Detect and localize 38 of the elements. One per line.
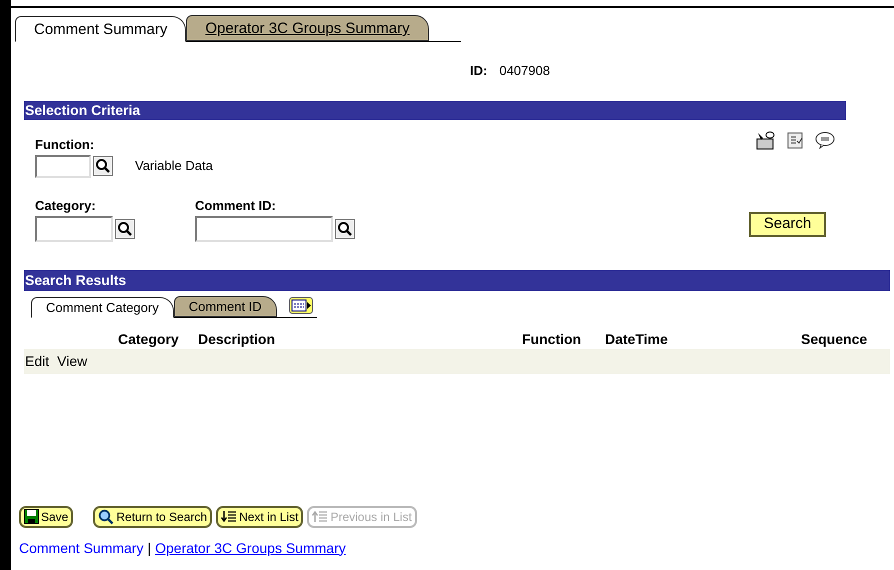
down-arrow-list-icon [221, 510, 238, 523]
tab[interactable]: Operator 3C Groups Summary [186, 15, 429, 41]
field-label: Category: [35, 196, 96, 215]
input-field[interactable] [35, 154, 91, 178]
column-header: Function [522, 330, 582, 348]
input-field[interactable] [35, 216, 113, 242]
tab[interactable]: Comment Category [31, 296, 174, 318]
show-all-columns-icon[interactable] [288, 296, 313, 314]
section-header: Selection Criteria [24, 100, 846, 120]
field-description: Variable Data [135, 157, 213, 176]
id-value: 0407908 [499, 62, 550, 80]
notepad-icon[interactable] [787, 130, 803, 148]
magnifier-icon [98, 508, 114, 524]
search-button[interactable]: Search [749, 212, 826, 236]
input-field[interactable] [195, 216, 333, 242]
column-header: DateTime [605, 330, 668, 348]
up-arrow-list-icon [312, 510, 328, 523]
tab[interactable]: Comment ID [174, 296, 277, 316]
field-label: Comment ID: [195, 196, 276, 214]
lookup-button[interactable] [115, 218, 135, 238]
next-in-list-button[interactable]: Next in List [216, 506, 304, 528]
page-link[interactable]: Operator 3C Groups Summary [155, 538, 346, 558]
column-header: Category [118, 330, 179, 349]
section-header: Search Results [24, 270, 890, 290]
column-header: Description [198, 330, 276, 349]
row-link[interactable]: Edit [25, 350, 50, 372]
id-label: ID: [470, 62, 488, 80]
speech-bubble-icon[interactable] [815, 130, 835, 148]
save-button[interactable]: Save [19, 506, 74, 528]
tab[interactable]: Comment Summary [15, 16, 186, 42]
column-header: Sequence [801, 330, 868, 349]
lookup-button[interactable] [335, 218, 355, 238]
field-label: Function: [35, 136, 94, 154]
return-to-search-button[interactable]: Return to Search [93, 506, 212, 528]
row-link[interactable]: View [57, 350, 88, 372]
link-separator: | [146, 538, 152, 558]
page-link[interactable]: Comment Summary [19, 538, 144, 558]
lookup-button[interactable] [93, 156, 113, 176]
